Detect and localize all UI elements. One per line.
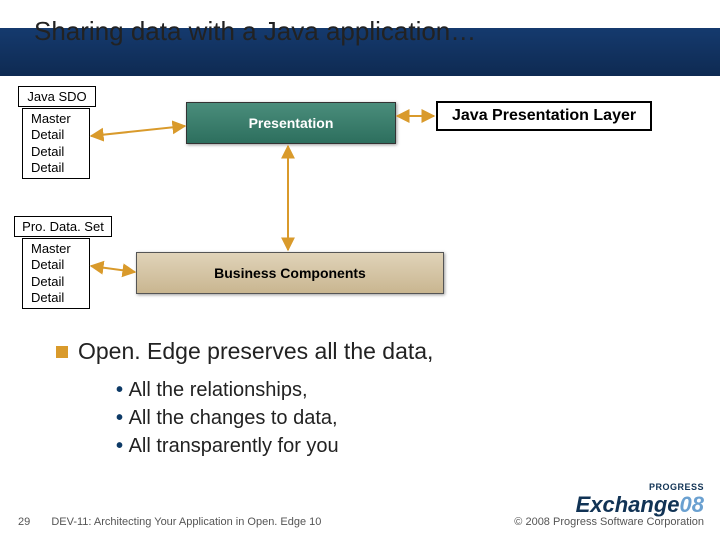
main-bullet: Open. Edge preserves all the data, — [56, 338, 433, 365]
business-components-label: Business Components — [214, 265, 366, 281]
sub-bullet: All transparently for you — [116, 435, 339, 458]
logo-main-b: 08 — [680, 492, 704, 517]
logo-top-text: PROGRESS — [576, 482, 704, 492]
presentation-label: Presentation — [249, 115, 334, 131]
sdo-row: Detail — [31, 160, 81, 176]
sdo-detail-box: Master Detail Detail Detail — [22, 108, 90, 179]
main-bullet-text: Open. Edge preserves all the data, — [78, 338, 433, 364]
sdo-row: Detail — [31, 127, 81, 143]
square-bullet-icon — [56, 346, 68, 358]
pds-row: Detail — [31, 274, 81, 290]
java-presentation-layer-box: Java Presentation Layer — [436, 101, 652, 131]
sub-bullet-list: All the relationships, All the changes t… — [116, 374, 339, 463]
footer-left: 29 DEV-11: Architecting Your Application… — [18, 516, 321, 528]
pds-row: Detail — [31, 257, 81, 273]
footer-copyright: © 2008 Progress Software Corporation — [514, 516, 704, 528]
business-components-box: Business Components — [136, 252, 444, 294]
prodataset-label: Pro. Data. Set — [14, 216, 112, 237]
session-title: DEV-11: Architecting Your Application in… — [51, 516, 321, 528]
page-number: 29 — [18, 516, 30, 528]
pds-row: Master — [31, 241, 81, 257]
pds-detail-box: Master Detail Detail Detail — [22, 238, 90, 309]
sdo-row: Detail — [31, 144, 81, 160]
slide-title: Sharing data with a Java application… — [34, 16, 476, 47]
exchange-logo: PROGRESS Exchange08 — [576, 482, 704, 518]
sub-bullet: All the relationships, — [116, 379, 339, 402]
presentation-box: Presentation — [186, 102, 396, 144]
sub-bullet: All the changes to data, — [116, 407, 339, 430]
logo-main-a: Exchange — [576, 492, 680, 517]
pds-row: Detail — [31, 290, 81, 306]
sdo-row: Master — [31, 111, 81, 127]
java-sdo-label: Java SDO — [18, 86, 96, 107]
